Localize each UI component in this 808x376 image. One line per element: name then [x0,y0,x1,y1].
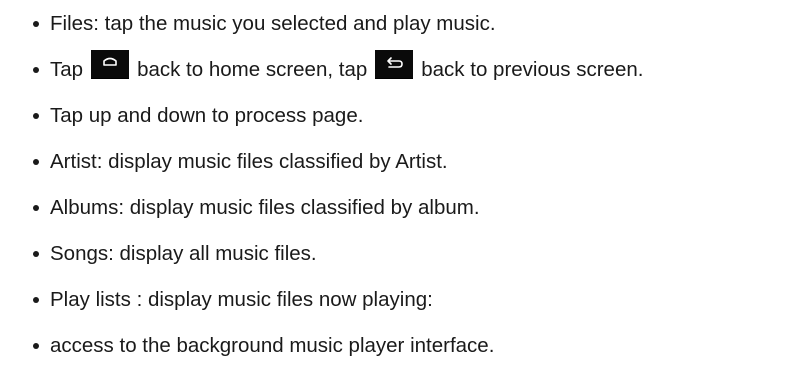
list-item-text-part: Tap [50,58,84,81]
list-item: Artist: display music files classified b… [0,142,808,182]
list-item-text-part: back to previous screen. [421,58,644,81]
list-item-text: Tap up and down to process page. [50,104,364,127]
list-item-text: access to the background music player in… [50,334,495,357]
list-item-text: Tap back to home screen, tap back to pre… [50,50,644,84]
list-item-text: Songs: display all music files. [50,242,317,265]
bullet-dot [33,297,39,303]
bullet-dot [33,67,39,73]
bullet-dot [33,21,39,27]
list-item: Songs: display all music files. [0,234,808,274]
document-page: Files: tap the music you selected and pl… [0,0,808,376]
bullet-dot [33,343,39,349]
home-key-icon [91,50,130,78]
list-item-text: Artist: display music files classified b… [50,150,448,173]
bullet-dot [33,205,39,211]
list-item: Play lists : display music files now pla… [0,280,808,320]
list-item: Files: tap the music you selected and pl… [0,4,808,44]
list-item-text: Play lists : display music files now pla… [50,288,433,311]
back-key-icon [375,50,414,78]
list-item: Tap back to home screen, tap back to pre… [0,50,808,90]
list-item-text: Files: tap the music you selected and pl… [50,12,496,35]
list-item-text: Albums: display music files classified b… [50,196,480,219]
list-item-text-part: back to home screen, tap [137,58,368,81]
list-item: Albums: display music files classified b… [0,188,808,228]
list-item: Tap up and down to process page. [0,96,808,136]
list-item: access to the background music player in… [0,326,808,366]
bullet-dot [33,113,39,119]
bullet-dot [33,251,39,257]
bullet-dot [33,159,39,165]
